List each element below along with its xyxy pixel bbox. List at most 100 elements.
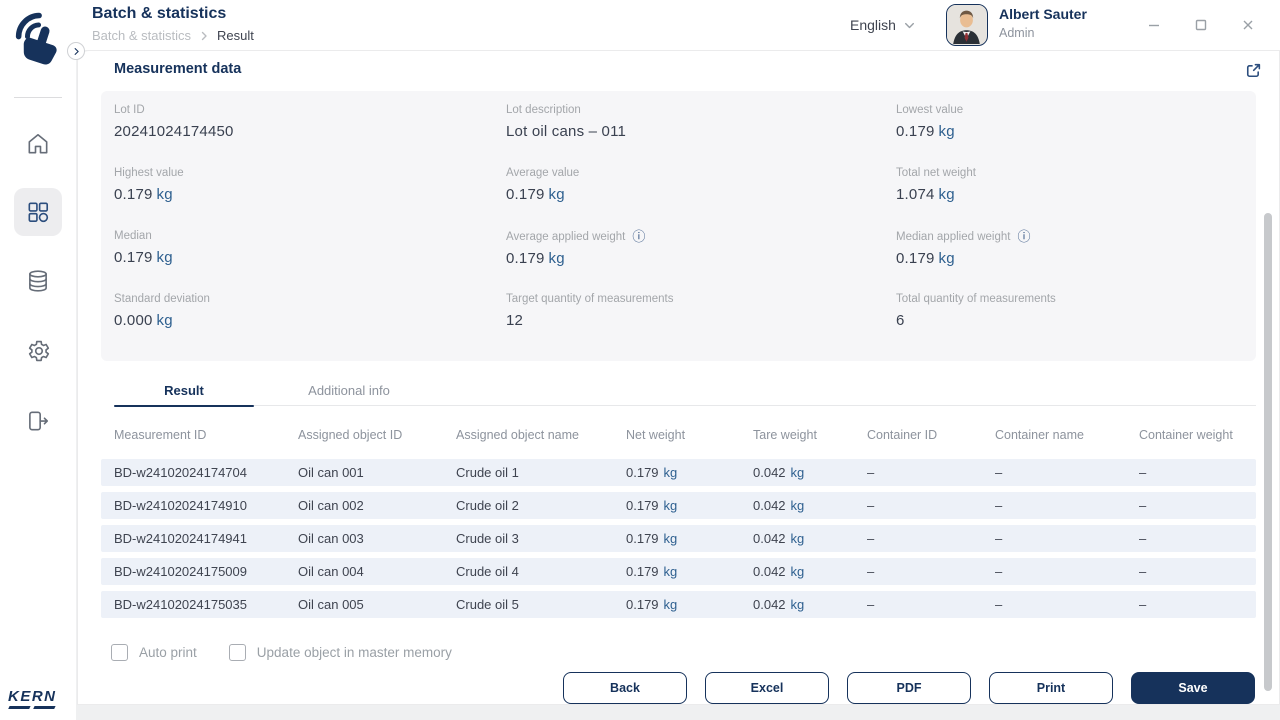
stat-label: Lot ID [114, 104, 145, 116]
table-cell: BD-w24102024174704 [114, 465, 247, 480]
stat-label: Lot description [506, 104, 581, 116]
table-cell: – [995, 465, 1003, 480]
measurement-data-panel: Measurement data Lot ID 20241024174450 Lot… [77, 50, 1280, 705]
back-button[interactable]: Back [563, 672, 687, 704]
table-cell: 0.179 kg [626, 531, 753, 546]
stat-field: Target quantity of measurements 12 [506, 293, 896, 356]
language-selector[interactable]: English [850, 0, 916, 50]
stat-value-unit: kg [548, 250, 565, 267]
apps-grid-icon [28, 202, 49, 223]
print-button[interactable]: Print [989, 672, 1113, 704]
table-cell: – [867, 498, 875, 513]
stat-value-number: 0.000 [114, 312, 153, 329]
stat-value-unit: kg [156, 186, 173, 203]
stat-label: Total net weight [896, 167, 976, 179]
expand-panel-icon[interactable] [1245, 62, 1262, 84]
vertical-scrollbar[interactable] [1264, 213, 1272, 691]
stat-label: Average value [506, 167, 580, 179]
stat-field: Average value 0.179 kg [506, 167, 896, 230]
info-icon[interactable]: ⓘ [632, 230, 645, 243]
stat-field: Total quantity of measurements 6 [896, 293, 1256, 356]
stat-value-unit: kg [938, 186, 955, 203]
stat-value-number: 0.179 [506, 186, 545, 203]
database-icon [29, 270, 47, 292]
cell-number: 0.179 [626, 597, 659, 612]
cell-unit: kg [663, 564, 678, 579]
table-cell: Crude oil 1 [456, 465, 519, 480]
column-header: Container name [995, 428, 1084, 442]
checkbox-box[interactable] [228, 644, 246, 661]
stat-label: Average applied weight ⓘ [506, 229, 646, 244]
maximize-icon[interactable] [1193, 17, 1209, 33]
minimize-icon[interactable] [1146, 17, 1162, 33]
table-cell: – [995, 564, 1003, 579]
chevron-right-icon [74, 47, 79, 55]
stat-value: 0.179 kg [114, 249, 506, 266]
table-row: BD-w24102024174941 Oil can 003 Crude oil 3… [101, 525, 1256, 552]
checkbox-auto-print[interactable]: Auto print [111, 644, 197, 661]
table-cell: Crude oil 2 [456, 498, 519, 513]
chevron-down-icon [904, 22, 914, 28]
table-cell: 0.179 kg [626, 597, 753, 612]
breadcrumb-parent[interactable]: Batch & statistics [92, 28, 191, 43]
stat-value: 12 [506, 312, 896, 329]
user-menu[interactable]: Albert Sauter Admin [946, 4, 1087, 46]
tabbar: Result Additional info [114, 383, 1256, 407]
table-cell: Oil can 004 [298, 564, 364, 579]
cell-number: 0.042 [753, 564, 786, 579]
cell-unit: kg [790, 597, 805, 612]
table-cell: 0.042 kg [753, 498, 867, 513]
excel-button[interactable]: Excel [705, 672, 829, 704]
pdf-button[interactable]: PDF [847, 672, 971, 704]
chevron-right-icon [201, 31, 207, 40]
column-header: Container weight [1139, 428, 1233, 442]
logout-icon [29, 411, 49, 431]
sidebar-expand-button[interactable] [67, 42, 85, 60]
cell-unit: kg [663, 597, 678, 612]
table-row: BD-w24102024175035 Oil can 005 Crude oil 5… [101, 591, 1256, 618]
close-icon[interactable] [1240, 17, 1256, 33]
cell-unit: kg [663, 465, 678, 480]
checkbox-row: Auto print Update object in master memory [111, 644, 452, 661]
checkbox-box[interactable] [111, 644, 128, 661]
table-cell: 0.179 kg [626, 498, 753, 513]
action-buttons: Back Excel PDF Print Save [563, 672, 1255, 704]
breadcrumb: Batch & statistics Result [92, 28, 254, 43]
stat-value-number: 0.179 [114, 186, 153, 203]
avatar [946, 4, 988, 46]
stat-label: Lowest value [896, 104, 964, 116]
sidebar-item-settings[interactable] [14, 327, 62, 375]
stat-value-number: 20241024174450 [114, 123, 234, 140]
stat-field: Median 0.179 kg [114, 230, 506, 293]
sidebar-item-home[interactable] [14, 120, 62, 168]
table-row: BD-w24102024174704 Oil can 001 Crude oil 1… [101, 459, 1256, 486]
stat-value: 0.179 kg [506, 250, 896, 267]
cell-number: 0.042 [753, 465, 786, 480]
stat-value-number: 0.179 [896, 123, 935, 140]
sidebar-item-apps[interactable] [14, 188, 62, 236]
sidebar-item-logout[interactable] [14, 397, 62, 445]
user-role: Admin [999, 26, 1035, 40]
table-cell: 0.042 kg [753, 465, 867, 480]
table-cell: Oil can 001 [298, 465, 364, 480]
stat-value-number: 0.179 [114, 249, 153, 266]
stat-value-number: Lot oil cans – 011 [506, 123, 627, 140]
stat-label: Median [114, 230, 152, 242]
stat-value: 6 [896, 312, 1256, 329]
table-cell: – [1139, 465, 1147, 480]
checkbox-update-object-in-master-memory[interactable]: Update object in master memory [228, 644, 452, 661]
cell-number: 0.042 [753, 498, 786, 513]
table-cell: – [995, 597, 1003, 612]
table-cell: 0.042 kg [753, 531, 867, 546]
info-icon[interactable]: ⓘ [1017, 230, 1030, 243]
tab-result[interactable]: Result [114, 383, 254, 407]
checkbox-label: Update object in master memory [256, 645, 452, 660]
stat-value: Lot oil cans – 011 [506, 123, 896, 140]
table-cell: BD-w24102024174941 [114, 531, 247, 546]
tab-additional-info[interactable]: Additional info [254, 383, 444, 406]
save-button[interactable]: Save [1131, 672, 1255, 704]
stat-value-unit: kg [548, 186, 565, 203]
stat-field: Lowest value 0.179 kg [896, 104, 1256, 167]
stats-grid: Lot ID 20241024174450 Lot description Lot o… [101, 91, 1256, 356]
sidebar-item-database[interactable] [14, 257, 62, 305]
